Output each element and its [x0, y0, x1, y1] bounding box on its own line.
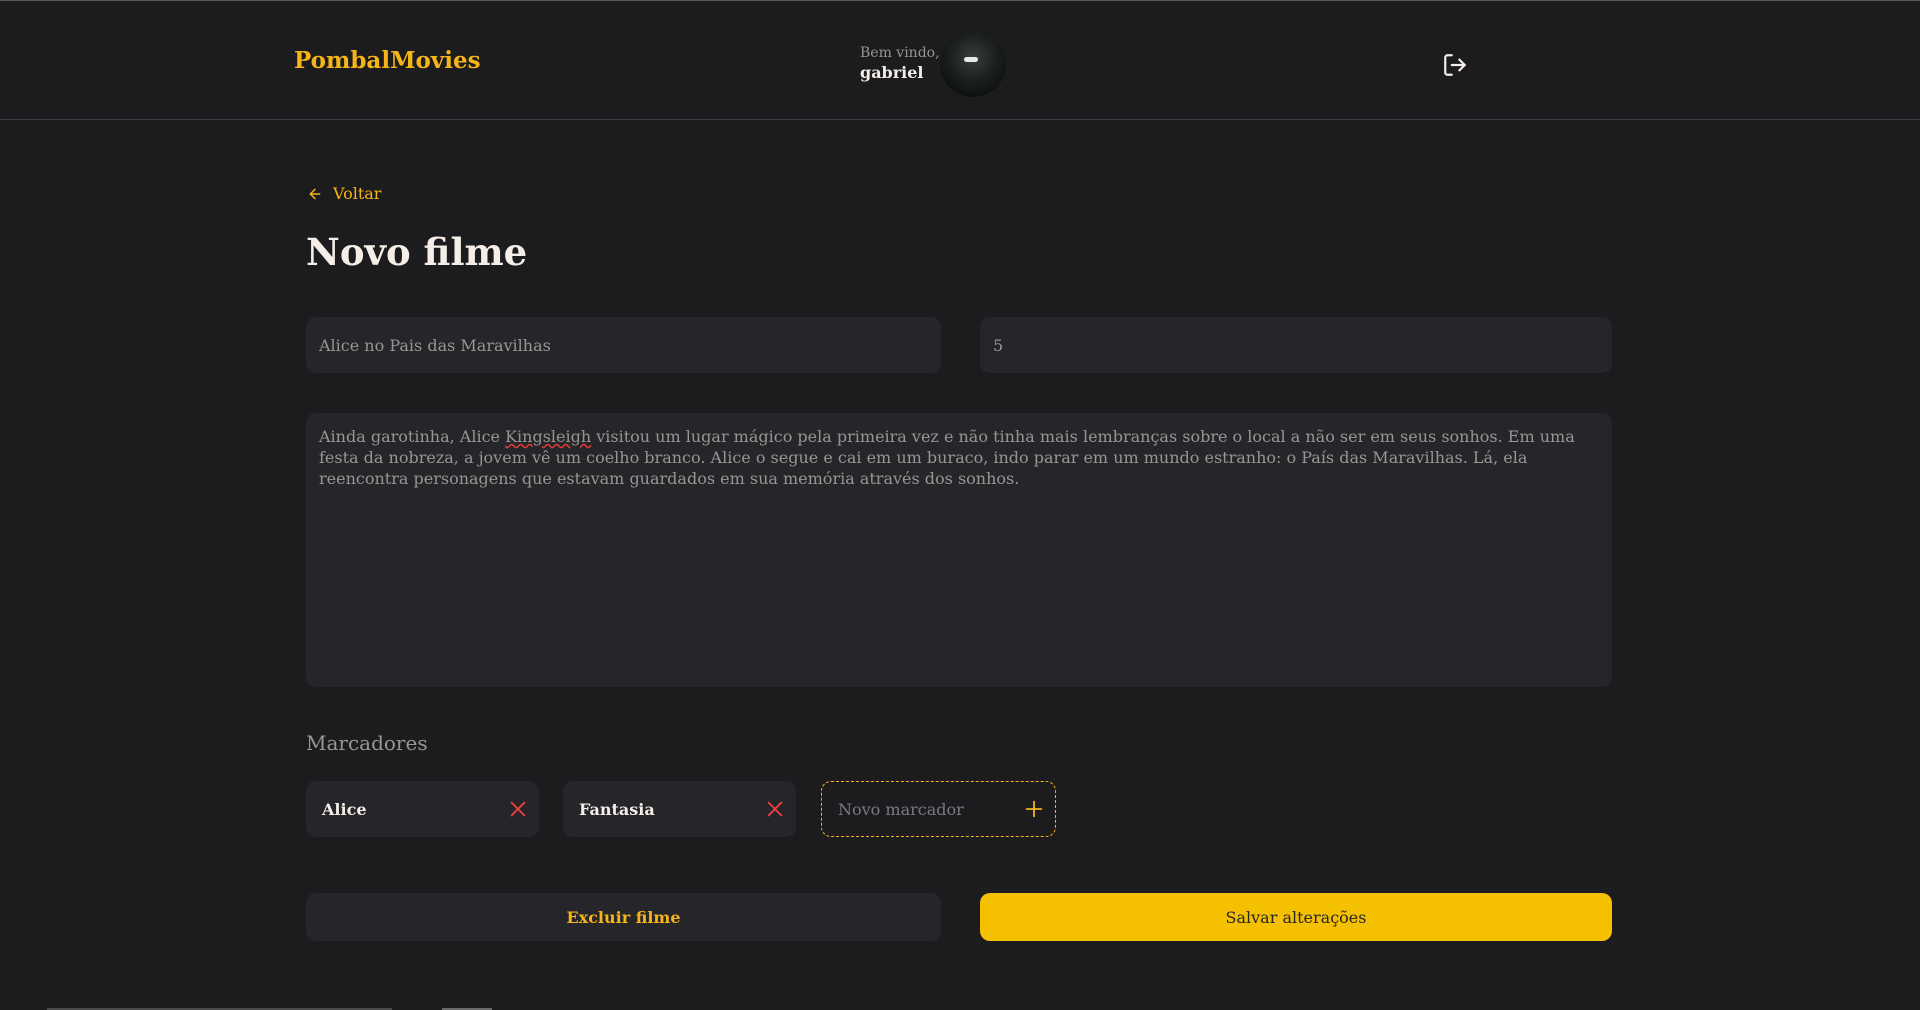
x-icon[interactable]	[764, 798, 786, 820]
tags-section-title: Marcadores	[306, 731, 428, 755]
tag-label: Alice	[322, 799, 367, 819]
brand-logo[interactable]: PombalMovies	[294, 47, 481, 74]
logout-button[interactable]	[1442, 52, 1468, 78]
movie-description-textarea[interactable]: Ainda garotinha, Alice Kingsleigh visito…	[306, 413, 1612, 687]
arrow-left-icon	[309, 188, 321, 199]
tag-label: Fantasia	[579, 799, 655, 819]
delete-movie-button[interactable]: Excluir filme	[306, 893, 941, 941]
back-link[interactable]: Voltar	[307, 184, 381, 203]
new-tag-input[interactable]	[838, 799, 1008, 819]
movie-rating-input[interactable]	[993, 335, 1599, 355]
new-tag-field[interactable]	[821, 781, 1056, 837]
description-text-start: Ainda garotinha, Alice	[319, 427, 506, 446]
app-header: PombalMovies Bem vindo, gabriel	[0, 1, 1920, 120]
save-changes-button[interactable]: Salvar alterações	[980, 893, 1612, 941]
plus-icon[interactable]	[1023, 798, 1045, 820]
x-icon[interactable]	[507, 798, 529, 820]
movie-title-field[interactable]	[306, 317, 941, 373]
tag-item: Alice	[306, 781, 539, 837]
avatar[interactable]	[940, 31, 1006, 97]
movie-rating-field[interactable]	[980, 317, 1612, 373]
tag-item: Fantasia	[563, 781, 796, 837]
page-title: Novo filme	[306, 230, 528, 274]
description-misspelled-word: Kingsleigh	[505, 427, 592, 446]
back-label: Voltar	[333, 184, 382, 203]
logout-icon	[1444, 54, 1466, 76]
movie-title-input[interactable]	[319, 335, 928, 355]
